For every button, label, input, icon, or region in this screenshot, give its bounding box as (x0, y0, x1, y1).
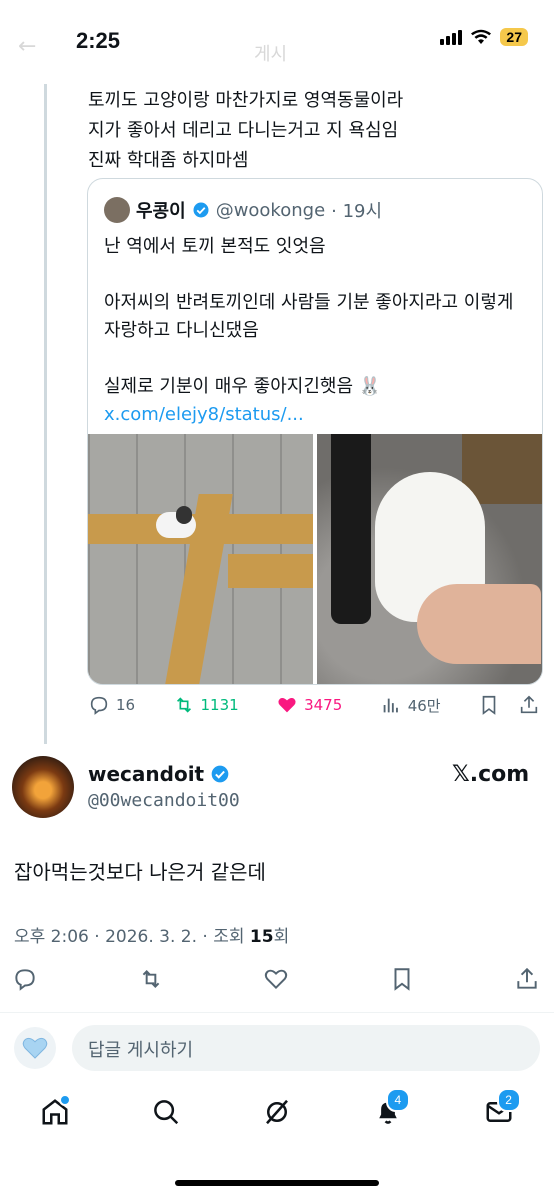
like-button[interactable]: 3475 (276, 694, 342, 716)
nav-grok[interactable] (257, 1092, 297, 1132)
author-name[interactable]: wecandoit (88, 762, 204, 786)
tweet-text: 잡아먹는것보다 나은거 같은데 (14, 860, 266, 884)
heart-avatar-icon (22, 1037, 48, 1059)
quoted-paragraph: 실제로 기분이 매우 좋아지긴햇음 🐰 x.com/elejy8/status/… (104, 373, 524, 429)
grok-icon (266, 1099, 288, 1125)
author-name-row[interactable]: wecandoit (88, 762, 230, 786)
quoted-handle[interactable]: @wookonge (216, 200, 325, 221)
bookmark-icon[interactable] (478, 694, 500, 716)
repost-icon (176, 697, 191, 713)
quoted-media (88, 434, 542, 684)
status-icons: 27 (440, 28, 528, 46)
repost-button[interactable]: 1131 (173, 694, 239, 716)
nav-messages[interactable]: 2 (479, 1088, 521, 1132)
battery-indicator: 27 (500, 28, 528, 46)
quoted-paragraph-text: 실제로 기분이 매우 좋아지긴햇음 🐰 (104, 376, 382, 397)
divider (0, 1012, 554, 1013)
home-indicator[interactable] (175, 1180, 379, 1186)
nav-search[interactable] (146, 1092, 186, 1132)
nav-home[interactable] (35, 1092, 75, 1132)
heart-icon[interactable] (263, 966, 289, 992)
quoted-action-bar: 16 1131 3475 46만 (88, 694, 540, 716)
quoted-avatar[interactable] (104, 197, 130, 223)
my-avatar[interactable] (14, 1027, 56, 1069)
back-arrow-icon[interactable]: ← (18, 34, 36, 59)
tweet-views-unit: 회 (273, 927, 290, 947)
parent-tweet-line: 토끼도 고양이랑 마찬가지로 영역동물이라 (88, 90, 404, 111)
quoted-paragraph: 아저씨의 반려토끼인데 사람들 기분 좋아지라고 이렇게 자랑하고 다니신댔음 (104, 292, 514, 341)
quoted-tweet-header: 우콩이 @wookonge · 19시 (104, 197, 382, 223)
reply-input[interactable]: 답글 게시하기 (72, 1025, 540, 1071)
like-count: 3475 (304, 696, 343, 714)
x-logo: 𝕏.com (452, 762, 530, 787)
share-icon[interactable] (514, 966, 540, 992)
status-time: 2:25 (76, 28, 121, 53)
bookmark-icon[interactable] (389, 966, 415, 992)
nav-notifications[interactable]: 4 (368, 1088, 410, 1132)
views-button[interactable]: 46만 (380, 694, 441, 716)
main-action-bar (12, 966, 540, 992)
reply-count: 16 (116, 696, 136, 714)
tweet-meta: 오후 2:06 · 2026. 3. 2. · 조회 15회 (14, 922, 289, 947)
repost-icon[interactable] (138, 966, 164, 992)
views-chart-icon (383, 698, 398, 713)
parent-tweet-line: 지가 좋아서 데리고 다니는거고 지 욕심임 (88, 120, 399, 141)
views-count: 46만 (407, 696, 441, 715)
cellular-signal-icon (440, 29, 463, 45)
reply-icon[interactable] (12, 966, 38, 992)
tweet-views: 15 (249, 927, 274, 947)
quoted-time: · 19시 (331, 201, 383, 222)
verified-badge-icon (211, 765, 229, 783)
reply-button[interactable]: 16 (88, 694, 135, 716)
messages-badge: 2 (496, 1088, 521, 1112)
search-icon (154, 1100, 179, 1125)
wifi-icon (471, 29, 492, 44)
repost-count: 1131 (200, 696, 239, 714)
parent-tweet-line: 진짜 학대좀 하지마셈 (88, 150, 249, 171)
share-icon[interactable] (518, 694, 540, 716)
bottom-nav: 4 2 (0, 1088, 554, 1132)
rabbit-held-image[interactable] (317, 434, 542, 684)
author-handle[interactable]: @00wecandoit00 (88, 790, 240, 811)
parent-tweet-text: 토끼도 고양이랑 마찬가지로 영역동물이라 지가 좋아서 데리고 다니는거고 지… (88, 86, 528, 176)
tweet-timestamp: 오후 2:06 · 2026. 3. 2. · 조회 (14, 927, 250, 947)
heart-filled-icon (278, 697, 296, 713)
reply-icon (90, 696, 108, 715)
quoted-paragraph: 난 역에서 토끼 본적도 잇엇음 (104, 236, 326, 257)
author-avatar[interactable] (12, 756, 74, 818)
quoted-tweet-card[interactable]: 우콩이 @wookonge · 19시 난 역에서 토끼 본적도 잇엇음 아저씨… (87, 178, 543, 685)
header-title: 게시 (254, 44, 288, 65)
thread-line (44, 84, 47, 744)
quoted-author-name[interactable]: 우콩이 (136, 197, 186, 223)
verified-badge-icon (193, 202, 209, 218)
quoted-extra-actions (478, 694, 540, 716)
quoted-tweet-body: 난 역에서 토끼 본적도 잇엇음 아저씨의 반려토끼인데 사람들 기분 좋아지라… (104, 233, 524, 429)
notifications-badge: 4 (385, 1088, 410, 1112)
quoted-link[interactable]: x.com/elejy8/status/... (104, 404, 304, 425)
rabbit-on-floor-image[interactable] (88, 434, 313, 684)
